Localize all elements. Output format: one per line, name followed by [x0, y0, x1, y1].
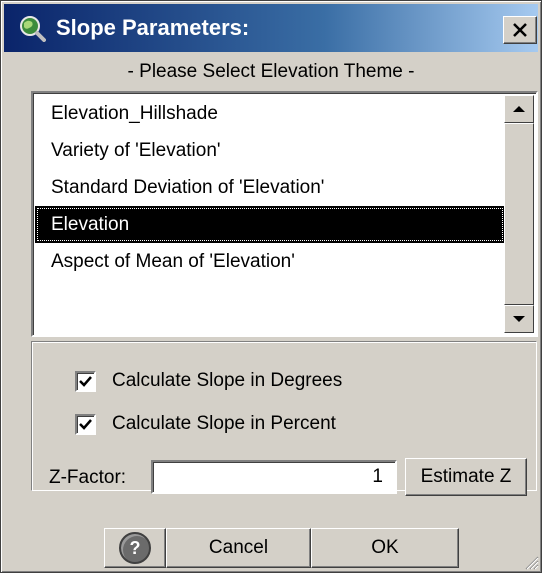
- arrow-up-icon: [513, 106, 525, 112]
- scroll-thumb[interactable]: [504, 123, 534, 305]
- theme-list-item[interactable]: Aspect of Mean of 'Elevation': [35, 243, 505, 280]
- arrow-down-icon: [513, 316, 525, 322]
- ok-button[interactable]: OK: [311, 528, 459, 568]
- percent-checkbox-label: Calculate Slope in Percent: [112, 413, 336, 434]
- theme-list-item[interactable]: Elevation: [35, 206, 505, 243]
- theme-list-items: Elevation_Hillshade Variety of 'Elevation…: [35, 95, 505, 280]
- close-button[interactable]: [503, 16, 537, 44]
- theme-prompt: - Please Select Elevation Theme -: [127, 61, 415, 82]
- slope-parameters-dialog: Slope Parameters: - Please Select Elevat…: [0, 0, 542, 573]
- degrees-checkbox-label: Calculate Slope in Degrees: [112, 370, 343, 391]
- close-icon: [513, 23, 527, 37]
- degrees-checkbox-box[interactable]: [75, 370, 96, 392]
- elevation-theme-list[interactable]: Elevation_Hillshade Variety of 'Elevation…: [31, 91, 538, 337]
- percent-checkbox-box[interactable]: [75, 413, 96, 435]
- vertical-scrollbar[interactable]: [504, 95, 534, 333]
- z-factor-input[interactable]: [151, 460, 397, 494]
- theme-list-item[interactable]: Variety of 'Elevation': [35, 132, 505, 169]
- scroll-down-button[interactable]: [504, 305, 534, 333]
- help-icon: ?: [119, 532, 151, 564]
- cancel-button[interactable]: Cancel: [166, 528, 311, 568]
- theme-list-item[interactable]: Elevation_Hillshade: [35, 95, 505, 132]
- title-bar[interactable]: Slope Parameters:: [4, 4, 538, 52]
- z-factor-label: Z-Factor:: [49, 467, 127, 488]
- help-button[interactable]: ?: [104, 528, 166, 568]
- scroll-up-button[interactable]: [504, 95, 534, 123]
- percent-checkbox[interactable]: Calculate Slope in Percent: [75, 413, 336, 435]
- checkmark-icon: [79, 375, 92, 387]
- globe-magnifier-icon: [20, 16, 46, 42]
- checkmark-icon: [79, 418, 92, 430]
- degrees-checkbox[interactable]: Calculate Slope in Degrees: [75, 370, 342, 392]
- dialog-title: Slope Parameters:: [56, 15, 250, 40]
- estimate-z-button[interactable]: Estimate Z: [405, 458, 527, 496]
- resize-grip-icon[interactable]: [523, 554, 539, 570]
- theme-list-item[interactable]: Standard Deviation of 'Elevation': [35, 169, 505, 206]
